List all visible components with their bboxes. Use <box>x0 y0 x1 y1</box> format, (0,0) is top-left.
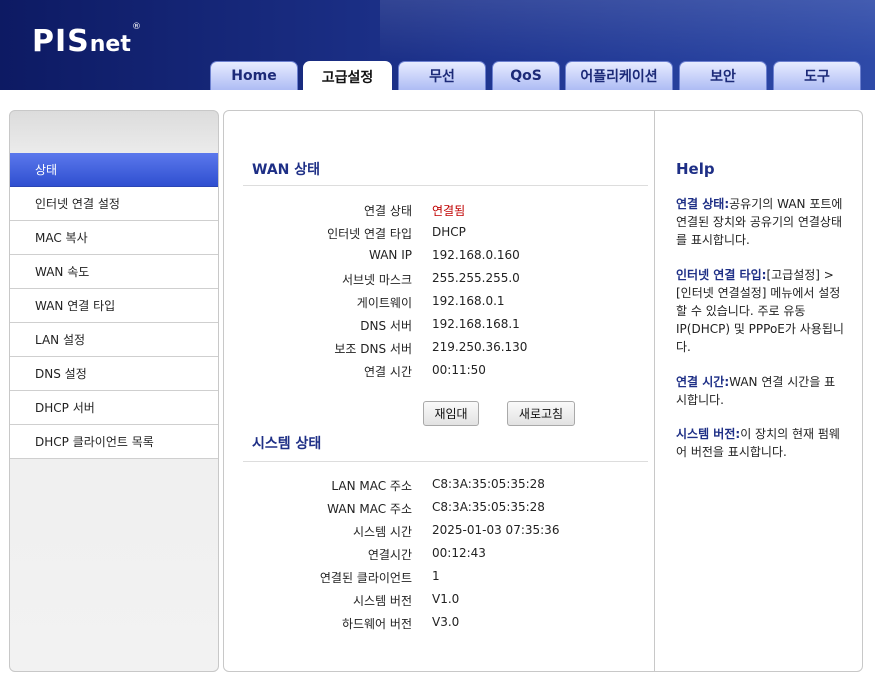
row-value: 2025-01-03 07:35:36 <box>432 523 560 537</box>
row-value: 00:11:50 <box>432 363 486 377</box>
row-value: V1.0 <box>432 592 460 606</box>
help-term: 연결 상태: <box>676 197 730 211</box>
help-divider <box>654 111 655 671</box>
system-row-clients: 연결된 클라이언트 1 <box>224 569 654 589</box>
wan-row-connection-time: 연결 시간 00:11:50 <box>224 363 654 383</box>
system-row-system-time: 시스템 시간 2025-01-03 07:35:36 <box>224 523 654 543</box>
row-label: 연결 상태 <box>364 204 412 218</box>
help-system-version: 시스템 버전:이 장치의 현재 펌웨어 버전을 표시합니다. <box>676 425 846 461</box>
row-label: 연결시간 <box>367 548 412 562</box>
row-label: WAN IP <box>369 248 412 262</box>
wan-row-secondary-dns: 보조 DNS 서버 219.250.36.130 <box>224 340 654 360</box>
row-label: 게이트웨이 <box>356 296 412 310</box>
wan-row-subnet-mask: 서브넷 마스크 255.255.255.0 <box>224 271 654 291</box>
row-value: 192.168.0.160 <box>432 248 520 262</box>
sidebar-item-status[interactable]: 상태 <box>10 153 218 187</box>
wan-row-connection-type: 인터넷 연결 타입 DHCP <box>224 225 654 245</box>
wan-status-title: WAN 상태 <box>252 162 320 178</box>
refresh-button[interactable]: 새로고침 <box>507 401 575 426</box>
content-panel: WAN 상태 연결 상태 연결됨 인터넷 연결 타입 DHCP WAN IP 1… <box>223 110 863 672</box>
help-connection-time: 연결 시간:WAN 연결 시간을 표시합니다. <box>676 373 846 409</box>
help-term: 시스템 버전: <box>676 427 741 441</box>
wan-row-wan-ip: WAN IP 192.168.0.160 <box>224 248 654 268</box>
help-title: Help <box>676 160 715 178</box>
tab-security[interactable]: 보안 <box>679 61 767 90</box>
system-row-wan-mac: WAN MAC 주소 C8:3A:35:05:35:28 <box>224 500 654 520</box>
row-label: 서브넷 마스크 <box>341 273 412 287</box>
system-row-hardware: 하드웨어 버전 V3.0 <box>224 615 654 635</box>
row-value: 1 <box>432 569 440 583</box>
tab-application[interactable]: 어플리케이션 <box>565 61 673 90</box>
wan-row-connection-status: 연결 상태 연결됨 <box>224 202 654 222</box>
system-title-divider <box>243 461 648 462</box>
tab-home[interactable]: Home <box>210 61 298 90</box>
help-term: 연결 시간: <box>676 375 730 389</box>
system-row-firmware: 시스템 버전 V1.0 <box>224 592 654 612</box>
help-term: 인터넷 연결 타입: <box>676 268 767 282</box>
wan-row-dns-server: DNS 서버 192.168.168.1 <box>224 317 654 337</box>
connection-status-value: 연결됨 <box>432 204 466 218</box>
row-label: 시스템 버전 <box>352 594 412 608</box>
help-connection-type: 인터넷 연결 타입:[고급설정] > [인터넷 연결설정] 메뉴에서 설정할 수… <box>676 266 846 356</box>
wan-row-gateway: 게이트웨이 192.168.0.1 <box>224 294 654 314</box>
row-label: LAN MAC 주소 <box>331 479 412 493</box>
header-bar: PISnet ® Home 고급설정 무선 QoS 어플리케이션 보안 도구 <box>0 0 875 91</box>
row-value: 219.250.36.130 <box>432 340 528 354</box>
header-sheen <box>380 0 875 60</box>
logo-sub: net <box>89 32 131 57</box>
row-label: 하드웨어 버전 <box>341 617 412 631</box>
sidebar-item-dns-setup[interactable]: DNS 설정 <box>10 357 218 391</box>
row-value: 192.168.168.1 <box>432 317 520 331</box>
registered-mark: ® <box>132 22 141 32</box>
sidebar-item-dhcp-clients[interactable]: DHCP 클라이언트 목록 <box>10 425 218 459</box>
row-label: 연결 시간 <box>364 365 412 379</box>
row-value: V3.0 <box>432 615 460 629</box>
row-value: DHCP <box>432 225 466 239</box>
sidebar-item-wan-speed[interactable]: WAN 속도 <box>10 255 218 289</box>
row-value: 255.255.255.0 <box>432 271 520 285</box>
sidebar-item-internet-setup[interactable]: 인터넷 연결 설정 <box>10 187 218 221</box>
sidebar: 상태 인터넷 연결 설정 MAC 복사 WAN 속도 WAN 연결 타입 LAN… <box>9 110 219 672</box>
row-label: 연결된 클라이언트 <box>319 571 412 585</box>
tab-qos[interactable]: QoS <box>492 61 560 90</box>
row-value: 192.168.0.1 <box>432 294 505 308</box>
row-value: 00:12:43 <box>432 546 486 560</box>
row-value: C8:3A:35:05:35:28 <box>432 500 545 514</box>
sidebar-item-lan-setup[interactable]: LAN 설정 <box>10 323 218 357</box>
help-connection-status: 연결 상태:공유기의 WAN 포트에 연결된 장치와 공유기의 연결상태를 표시… <box>676 195 846 249</box>
sidebar-item-mac-clone[interactable]: MAC 복사 <box>10 221 218 255</box>
system-status-title: 시스템 상태 <box>252 436 322 452</box>
logo-main: PIS <box>32 24 90 59</box>
pisnet-logo: PISnet ® <box>32 22 141 59</box>
renew-button[interactable]: 재임대 <box>423 401 479 426</box>
row-value: C8:3A:35:05:35:28 <box>432 477 545 491</box>
row-label: 시스템 시간 <box>352 525 412 539</box>
sidebar-item-dhcp-server[interactable]: DHCP 서버 <box>10 391 218 425</box>
sidebar-item-wan-type[interactable]: WAN 연결 타입 <box>10 289 218 323</box>
tab-tools[interactable]: 도구 <box>773 61 861 90</box>
row-label: 인터넷 연결 타입 <box>327 227 412 241</box>
tab-wireless[interactable]: 무선 <box>398 61 486 90</box>
wan-title-divider <box>243 185 648 186</box>
system-row-lan-mac: LAN MAC 주소 C8:3A:35:05:35:28 <box>224 477 654 497</box>
row-label: WAN MAC 주소 <box>327 502 412 516</box>
row-label: 보조 DNS 서버 <box>334 342 412 356</box>
tab-advanced[interactable]: 고급설정 <box>303 61 392 91</box>
row-label: DNS 서버 <box>360 319 412 333</box>
system-row-uptime: 연결시간 00:12:43 <box>224 546 654 566</box>
